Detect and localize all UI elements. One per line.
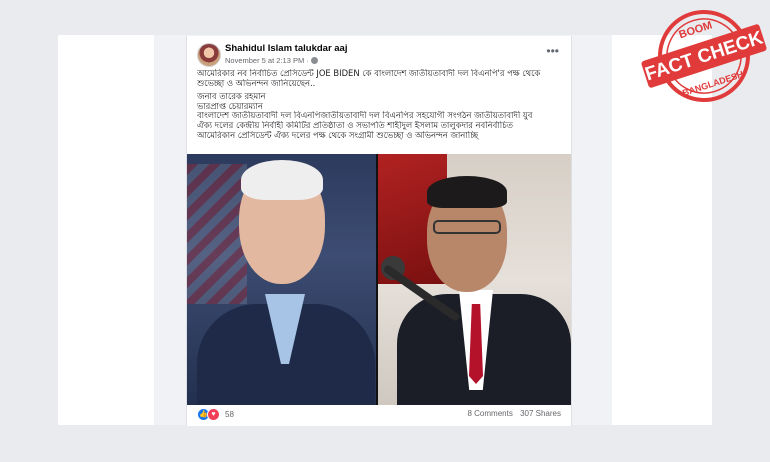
post-text-line: শুভেচ্ছা ও অভিনন্দন জানিয়েছেন.. xyxy=(197,78,316,88)
post-text-line: জনাব তারেক রহমান xyxy=(197,92,266,102)
author-name[interactable]: Shahidul Islam talukdar aaj xyxy=(225,43,347,54)
post-stats: 8 Comments 307 Shares xyxy=(462,409,561,418)
post-text-line: আমেরিকান প্রেসিডেন্ট ঐক্য দলের পক্ষ থেকে… xyxy=(197,130,479,140)
post-text-line: ঐক্য দলের কেন্দ্রীয় নির্বাহী কমিটির প্র… xyxy=(197,120,513,130)
post-text-line: বাংলাদেশ জাতীয়তাবাদী দল বিএনপিজাতীয়তাব… xyxy=(197,111,533,121)
post-header: Shahidul Islam talukdar aaj November 5 a… xyxy=(197,42,561,68)
shares-count[interactable]: 307 Shares xyxy=(520,409,561,418)
post-time[interactable]: November 5 at 2:13 PM · xyxy=(225,56,309,65)
fact-check-stamp: FACT CHECK BOOM BANGLADESH xyxy=(641,10,767,102)
stamp-boom-text: BOOM xyxy=(678,19,714,41)
post-text: আমেরিকার নব নির্বাচিত প্রেসিডেন্ট JOE BI… xyxy=(197,69,559,140)
post-text-line: আমেরিকার নব নির্বাচিত প্রেসিডেন্ট JOE BI… xyxy=(197,69,541,78)
post-text-line: ভারপ্রাপ্ত চেয়ারম্যান xyxy=(197,101,263,111)
avatar[interactable] xyxy=(197,43,221,67)
love-reaction-icon: ♥ xyxy=(207,408,220,421)
photo-left-portrait xyxy=(187,154,377,405)
comments-count[interactable]: 8 Comments xyxy=(467,409,512,418)
post-meta: November 5 at 2:13 PM · xyxy=(225,56,318,65)
globe-icon xyxy=(310,57,318,64)
reaction-count: 58 xyxy=(225,410,234,419)
photo-right-portrait xyxy=(377,154,571,405)
post-footer: 👍 ♥ 58 8 Comments 307 Shares xyxy=(197,408,561,422)
more-options-icon[interactable]: ••• xyxy=(546,45,559,57)
reactions[interactable]: 👍 ♥ 58 xyxy=(197,408,234,421)
facebook-post-card: Shahidul Islam talukdar aaj November 5 a… xyxy=(186,36,572,426)
post-photo[interactable] xyxy=(187,154,571,405)
